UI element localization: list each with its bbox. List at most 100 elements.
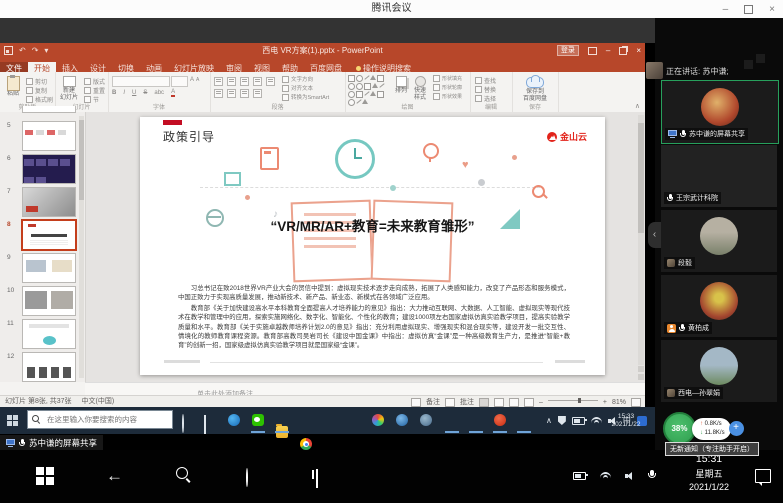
widget-expand-button[interactable]: + bbox=[729, 421, 744, 436]
normal-view-button[interactable] bbox=[479, 398, 489, 407]
participant-tile[interactable]: 王宗武计科院 bbox=[661, 145, 777, 207]
cortana-button[interactable] bbox=[182, 415, 184, 433]
task-view-button[interactable] bbox=[316, 470, 318, 488]
slide-thumbnail-panel[interactable]: 5 6 7 8 9 bbox=[0, 112, 86, 382]
start-button[interactable] bbox=[7, 415, 18, 426]
thumbnail-slide-9[interactable] bbox=[22, 253, 76, 283]
text-direction-button[interactable]: 文字方向 bbox=[282, 75, 313, 83]
bold-button[interactable]: B bbox=[112, 90, 116, 96]
slide[interactable]: 政策引导 金山云 ♥ ♪ bbox=[140, 117, 605, 375]
thumbnail-item[interactable]: 6 bbox=[0, 153, 85, 186]
clear-format-button[interactable]: abc bbox=[154, 90, 164, 96]
wifi-icon[interactable] bbox=[591, 417, 602, 425]
font-style-buttons[interactable]: B I U S abc A bbox=[112, 89, 180, 97]
thumbnail-slide-6[interactable] bbox=[22, 154, 76, 184]
zoom-out-icon[interactable]: – bbox=[539, 399, 543, 406]
taskbar-clock[interactable]: 15:33 2021/1/22 bbox=[608, 413, 644, 430]
save-to-netdisk-button[interactable]: 保存到 百度网盘 bbox=[517, 77, 553, 103]
thumbnail-item[interactable]: 5 bbox=[0, 120, 85, 153]
ribbon-options-icon[interactable] bbox=[588, 47, 597, 55]
notes-toggle[interactable]: 备注 bbox=[426, 397, 440, 407]
strikethrough-button[interactable]: S bbox=[143, 90, 147, 96]
ppt-minimize-icon[interactable]: – bbox=[606, 46, 610, 55]
participant-tile[interactable]: 段毅 bbox=[661, 210, 777, 272]
thumbnail-slide-7[interactable] bbox=[22, 187, 76, 217]
slide-sorter-view-button[interactable] bbox=[494, 398, 504, 407]
minimize-icon[interactable]: – bbox=[723, 4, 729, 15]
new-slide-button[interactable]: 新建 幻灯片 bbox=[56, 76, 82, 102]
cut-button[interactable]: 剪切 bbox=[26, 77, 47, 86]
reset-button[interactable]: 重置 bbox=[84, 86, 105, 95]
layout-button[interactable]: 版式 bbox=[84, 77, 105, 86]
comments-toggle[interactable]: 批注 bbox=[460, 397, 474, 407]
thumbnail-slide-5[interactable] bbox=[22, 121, 76, 151]
arrange-button[interactable]: 排列 bbox=[393, 76, 409, 95]
thumbnail-slide-8[interactable] bbox=[21, 219, 77, 251]
zoom-in-label[interactable]: + bbox=[603, 399, 607, 406]
collapse-ribbon-icon[interactable]: ∧ bbox=[635, 102, 640, 110]
shape-effects-button[interactable]: 形状效果 bbox=[433, 93, 462, 100]
action-center-icon[interactable] bbox=[755, 469, 771, 483]
slideshow-view-button[interactable] bbox=[524, 398, 534, 407]
canvas-scrollbar[interactable] bbox=[638, 115, 644, 365]
list-buttons[interactable] bbox=[214, 77, 275, 86]
sidebar-collapse-handle[interactable]: ‹ bbox=[648, 222, 661, 248]
fit-to-window-icon[interactable] bbox=[631, 398, 641, 407]
defender-shield-icon[interactable] bbox=[558, 416, 566, 425]
login-button[interactable]: 登录 bbox=[557, 45, 579, 56]
participant-tile[interactable]: 西电—孙翠娟 bbox=[661, 340, 777, 402]
align-buttons[interactable] bbox=[214, 89, 262, 98]
copy-button[interactable]: 复制 bbox=[26, 86, 47, 95]
back-button[interactable]: ← bbox=[106, 467, 123, 485]
thumbnail-item[interactable]: 12 bbox=[0, 351, 85, 384]
cortana-button[interactable] bbox=[246, 469, 248, 487]
smartart-button[interactable]: 转换为SmartArt bbox=[282, 93, 329, 101]
close-icon[interactable]: × bbox=[769, 4, 775, 15]
align-text-button[interactable]: 对齐文本 bbox=[282, 84, 313, 92]
thumbnail-item[interactable]: 9 bbox=[0, 252, 85, 285]
taskbar-icon-browser-2[interactable] bbox=[420, 414, 432, 426]
taskbar-icon-netease-music[interactable] bbox=[494, 414, 506, 426]
font-name-select[interactable] bbox=[112, 76, 170, 87]
notes-pane[interactable]: 单击此处添加备注 bbox=[85, 382, 645, 396]
italic-button[interactable]: I bbox=[123, 90, 125, 96]
taskbar-clock[interactable]: 15:31 星期五 2021/1/22 bbox=[673, 453, 745, 492]
zoom-slider[interactable] bbox=[548, 400, 598, 401]
search-input[interactable] bbox=[45, 414, 168, 425]
taskbar-icon-chrome[interactable] bbox=[300, 438, 312, 450]
reading-view-button[interactable] bbox=[509, 398, 519, 407]
battery-icon[interactable] bbox=[573, 472, 586, 480]
start-button[interactable] bbox=[36, 467, 54, 485]
network-monitor-widget[interactable]: 38% ↑ 0.8K/s ↓ 11.8K/s + bbox=[663, 412, 744, 445]
shape-outline-button[interactable]: 形状轮廓 bbox=[433, 84, 462, 91]
paste-button[interactable]: 粘贴 bbox=[3, 76, 23, 98]
taskbar-search-box[interactable] bbox=[27, 410, 173, 429]
task-view-button[interactable] bbox=[204, 416, 206, 434]
next-slide-button[interactable] bbox=[638, 374, 644, 380]
tray-expand-icon[interactable]: ∧ bbox=[546, 416, 552, 425]
shape-fill-button[interactable]: 形状填充 bbox=[433, 75, 462, 82]
speaker-icon[interactable] bbox=[625, 471, 634, 480]
thumbnail-slide-10[interactable] bbox=[22, 286, 76, 316]
thumbnail-item[interactable]: 10 bbox=[0, 285, 85, 318]
wifi-icon[interactable] bbox=[600, 472, 611, 480]
microphone-icon[interactable] bbox=[648, 470, 655, 481]
thumbnail-scrollbar[interactable] bbox=[79, 116, 84, 378]
zoom-percent[interactable]: 81% bbox=[612, 399, 626, 406]
find-button[interactable]: 查找 bbox=[475, 76, 496, 85]
participant-tile[interactable]: 黄柏成 bbox=[661, 275, 777, 337]
taskbar-icon-edge[interactable] bbox=[228, 414, 240, 426]
thumbnail-item[interactable]: 11 bbox=[0, 318, 85, 351]
comments-toggle-icon[interactable] bbox=[445, 398, 455, 407]
font-size-select[interactable] bbox=[171, 76, 188, 87]
underline-button[interactable]: U bbox=[132, 90, 136, 96]
thumbnail-slide-11[interactable] bbox=[22, 319, 76, 349]
taskbar-icon-browser[interactable] bbox=[396, 414, 408, 426]
thumbnail-item[interactable]: 7 bbox=[0, 186, 85, 219]
grow-shrink-font-buttons[interactable]: AA bbox=[190, 77, 199, 83]
battery-icon[interactable] bbox=[572, 417, 585, 425]
replace-button[interactable]: 替换 bbox=[475, 85, 496, 94]
taskbar-icon-wechat[interactable] bbox=[252, 414, 264, 426]
thumbnail-item-selected[interactable]: 8 bbox=[0, 219, 85, 252]
ppt-restore-icon[interactable] bbox=[619, 47, 627, 55]
